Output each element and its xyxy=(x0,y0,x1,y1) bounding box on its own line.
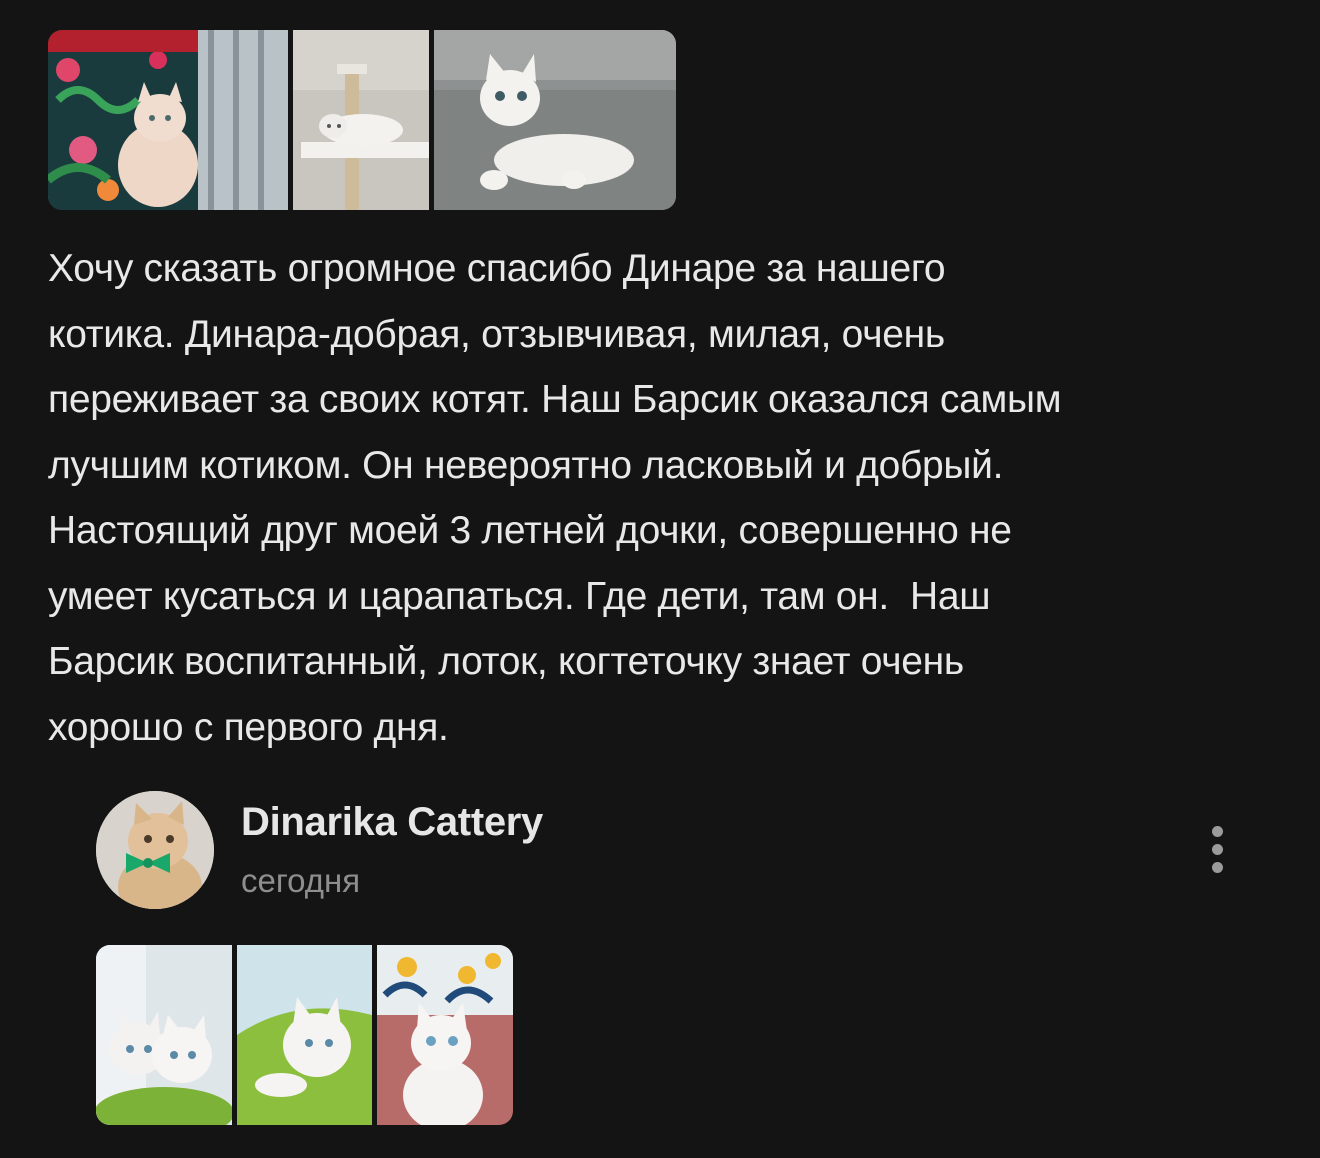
reply-photo-2[interactable] xyxy=(237,945,372,1125)
reply-photo-3[interactable] xyxy=(377,945,513,1125)
reply-photo-1[interactable] xyxy=(96,945,232,1125)
author-name[interactable]: Dinarika Cattery xyxy=(241,800,543,845)
review-photo-3[interactable] xyxy=(434,30,676,210)
author-avatar[interactable] xyxy=(96,791,214,909)
review-photo-1[interactable] xyxy=(48,30,288,210)
reply-date: сегодня xyxy=(241,862,361,899)
more-dot xyxy=(1212,826,1223,837)
more-dot xyxy=(1212,844,1223,855)
review-photo-2[interactable] xyxy=(293,30,429,210)
more-vertical-icon[interactable] xyxy=(1200,822,1236,878)
more-dot xyxy=(1212,862,1223,873)
review-text: Хочу сказать огромное спасибо Динаре за … xyxy=(48,247,1062,749)
